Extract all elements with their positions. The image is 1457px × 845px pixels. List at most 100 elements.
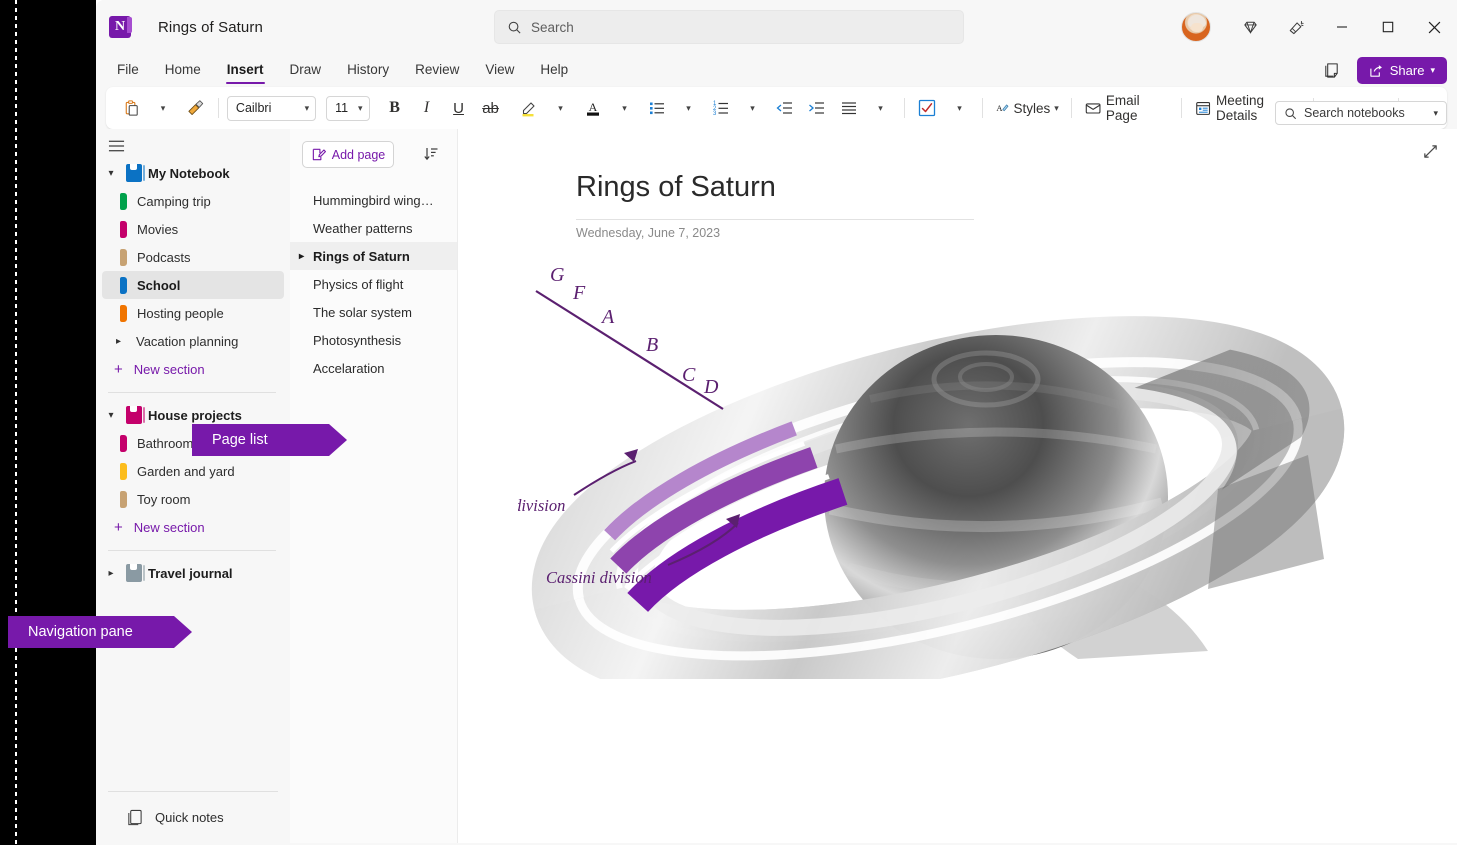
underline-button[interactable]: U: [444, 93, 474, 123]
numbering-chevron[interactable]: ▾: [738, 93, 768, 123]
font-size-value: 11: [335, 101, 348, 115]
section-label: School: [137, 278, 180, 293]
tab-insert[interactable]: Insert: [214, 57, 277, 84]
search-notebooks-input[interactable]: Search notebooks ▾: [1275, 101, 1447, 125]
add-page-button[interactable]: Add page: [302, 141, 394, 168]
section-color-chip: [120, 491, 127, 508]
styles-label: Styles: [1013, 101, 1050, 116]
list-item[interactable]: Photosynthesis: [290, 326, 457, 354]
new-section-button-house-projects[interactable]: + New section: [96, 513, 290, 541]
tab-help[interactable]: Help: [527, 57, 581, 84]
tab-file[interactable]: File: [104, 57, 152, 84]
ring-label-C: C: [682, 364, 696, 386]
page-label: Weather patterns: [313, 221, 412, 236]
sidebar-item-camping-trip[interactable]: Camping trip: [102, 187, 284, 215]
chevron-right-icon[interactable]: ▸: [116, 336, 123, 347]
paste-options-chevron[interactable]: ▾: [148, 93, 178, 123]
increase-indent-button[interactable]: [802, 93, 832, 123]
list-item[interactable]: Physics of flight: [290, 270, 457, 298]
tab-draw[interactable]: Draw: [277, 57, 335, 84]
email-page-button[interactable]: Email Page: [1080, 93, 1173, 123]
chevron-down-icon[interactable]: ▾: [102, 410, 120, 421]
font-color-chevron[interactable]: ▾: [610, 93, 640, 123]
format-painter-button[interactable]: [180, 93, 210, 123]
divider: [108, 392, 276, 393]
chevron-right-icon[interactable]: ▸: [299, 251, 304, 262]
page-label: Accelaration: [313, 361, 385, 376]
notebook-icon: [126, 164, 142, 182]
chevron-down-icon[interactable]: ▾: [102, 168, 120, 179]
font-name-select[interactable]: Cailbri ▾: [227, 96, 316, 121]
sidebar-item-hosting-people[interactable]: Hosting people: [102, 299, 284, 327]
sort-icon[interactable]: [423, 146, 439, 162]
sidebar-item-podcasts[interactable]: Podcasts: [102, 243, 284, 271]
styles-button[interactable]: A Styles ▾: [991, 93, 1062, 123]
bold-button[interactable]: B: [380, 93, 410, 123]
tab-view[interactable]: View: [472, 57, 527, 84]
list-item[interactable]: The solar system: [290, 298, 457, 326]
notebook-travel-journal[interactable]: ▸ Travel journal: [96, 559, 290, 587]
paste-button[interactable]: [116, 93, 146, 123]
font-size-select[interactable]: 11 ▾: [326, 96, 369, 121]
ribbon-toolbar: ▾ Cailbri ▾ 11 ▾ B I: [106, 87, 1447, 129]
tab-home[interactable]: Home: [152, 57, 214, 84]
share-button[interactable]: Share ▾: [1357, 57, 1447, 84]
page-canvas[interactable]: Search notebooks ▾ Rings of Saturn Wedne…: [458, 129, 1457, 843]
minimize-button[interactable]: [1319, 0, 1365, 54]
font-color-button[interactable]: A: [578, 93, 608, 123]
todo-tag-chevron[interactable]: ▾: [944, 93, 974, 123]
numbering-button[interactable]: 1 2 3: [706, 93, 736, 123]
section-color-chip: [120, 463, 127, 480]
tab-history[interactable]: History: [334, 57, 402, 84]
strikethrough-label: ab: [482, 100, 499, 117]
todo-tag-button[interactable]: [912, 93, 942, 123]
chevron-right-icon[interactable]: ▸: [102, 568, 120, 579]
bullets-chevron[interactable]: ▾: [674, 93, 704, 123]
sidebar-item-garden-and-yard[interactable]: Garden and yard: [102, 457, 284, 485]
close-button[interactable]: [1411, 0, 1457, 54]
highlight-chevron[interactable]: ▾: [546, 93, 576, 123]
list-item[interactable]: Accelaration: [290, 354, 457, 382]
diamond-icon[interactable]: [1227, 7, 1273, 47]
onenote-logo-tab: [127, 17, 132, 33]
tab-review[interactable]: Review: [402, 57, 472, 84]
align-chevron[interactable]: ▾: [866, 93, 896, 123]
maximize-button[interactable]: [1365, 0, 1411, 54]
bold-label: B: [389, 99, 400, 117]
ring-label-F: F: [572, 282, 586, 304]
italic-button[interactable]: I: [412, 93, 442, 123]
quick-notes-button[interactable]: Quick notes: [108, 791, 278, 843]
sidebar-item-vacation-planning[interactable]: ▸ Vacation planning: [102, 327, 284, 355]
sidebar-item-movies[interactable]: Movies: [102, 215, 284, 243]
section-color-chip: [120, 305, 127, 322]
notebook-name: House projects: [148, 408, 242, 423]
font-name-value: Cailbri: [236, 101, 271, 115]
strikethrough-button[interactable]: ab: [476, 93, 506, 123]
hamburger-icon[interactable]: [96, 129, 130, 159]
decrease-indent-button[interactable]: [770, 93, 800, 123]
megaphone-icon[interactable]: [1273, 7, 1319, 47]
expand-icon[interactable]: [1422, 143, 1439, 160]
new-section-button-my-notebook[interactable]: + New section: [96, 355, 290, 383]
section-color-chip: [120, 249, 127, 266]
chevron-down-icon[interactable]: ▾: [1433, 108, 1438, 119]
list-item-selected[interactable]: ▸ Rings of Saturn: [290, 242, 457, 270]
saturn-diagram: G F A B C D Enke division: [518, 259, 1358, 679]
sticky-notes-icon[interactable]: [1316, 57, 1347, 84]
list-item[interactable]: Hummingbird wing…: [290, 186, 457, 214]
highlight-button[interactable]: [514, 93, 544, 123]
section-label: Bathroom: [137, 436, 193, 451]
section-label: Movies: [137, 222, 178, 237]
avatar[interactable]: [1181, 12, 1211, 42]
bullets-button[interactable]: [642, 93, 672, 123]
search-input[interactable]: Search: [494, 10, 964, 44]
notebook-my-notebook[interactable]: ▾ My Notebook: [96, 159, 290, 187]
ring-label-A: A: [600, 306, 615, 328]
list-item[interactable]: Weather patterns: [290, 214, 457, 242]
sidebar-item-school[interactable]: School: [102, 271, 284, 299]
quick-notes-icon: [126, 809, 143, 827]
section-color-chip: [120, 277, 127, 294]
align-button[interactable]: [834, 93, 864, 123]
sidebar-item-toy-room[interactable]: Toy room: [102, 485, 284, 513]
page-title[interactable]: Rings of Saturn: [576, 171, 776, 204]
